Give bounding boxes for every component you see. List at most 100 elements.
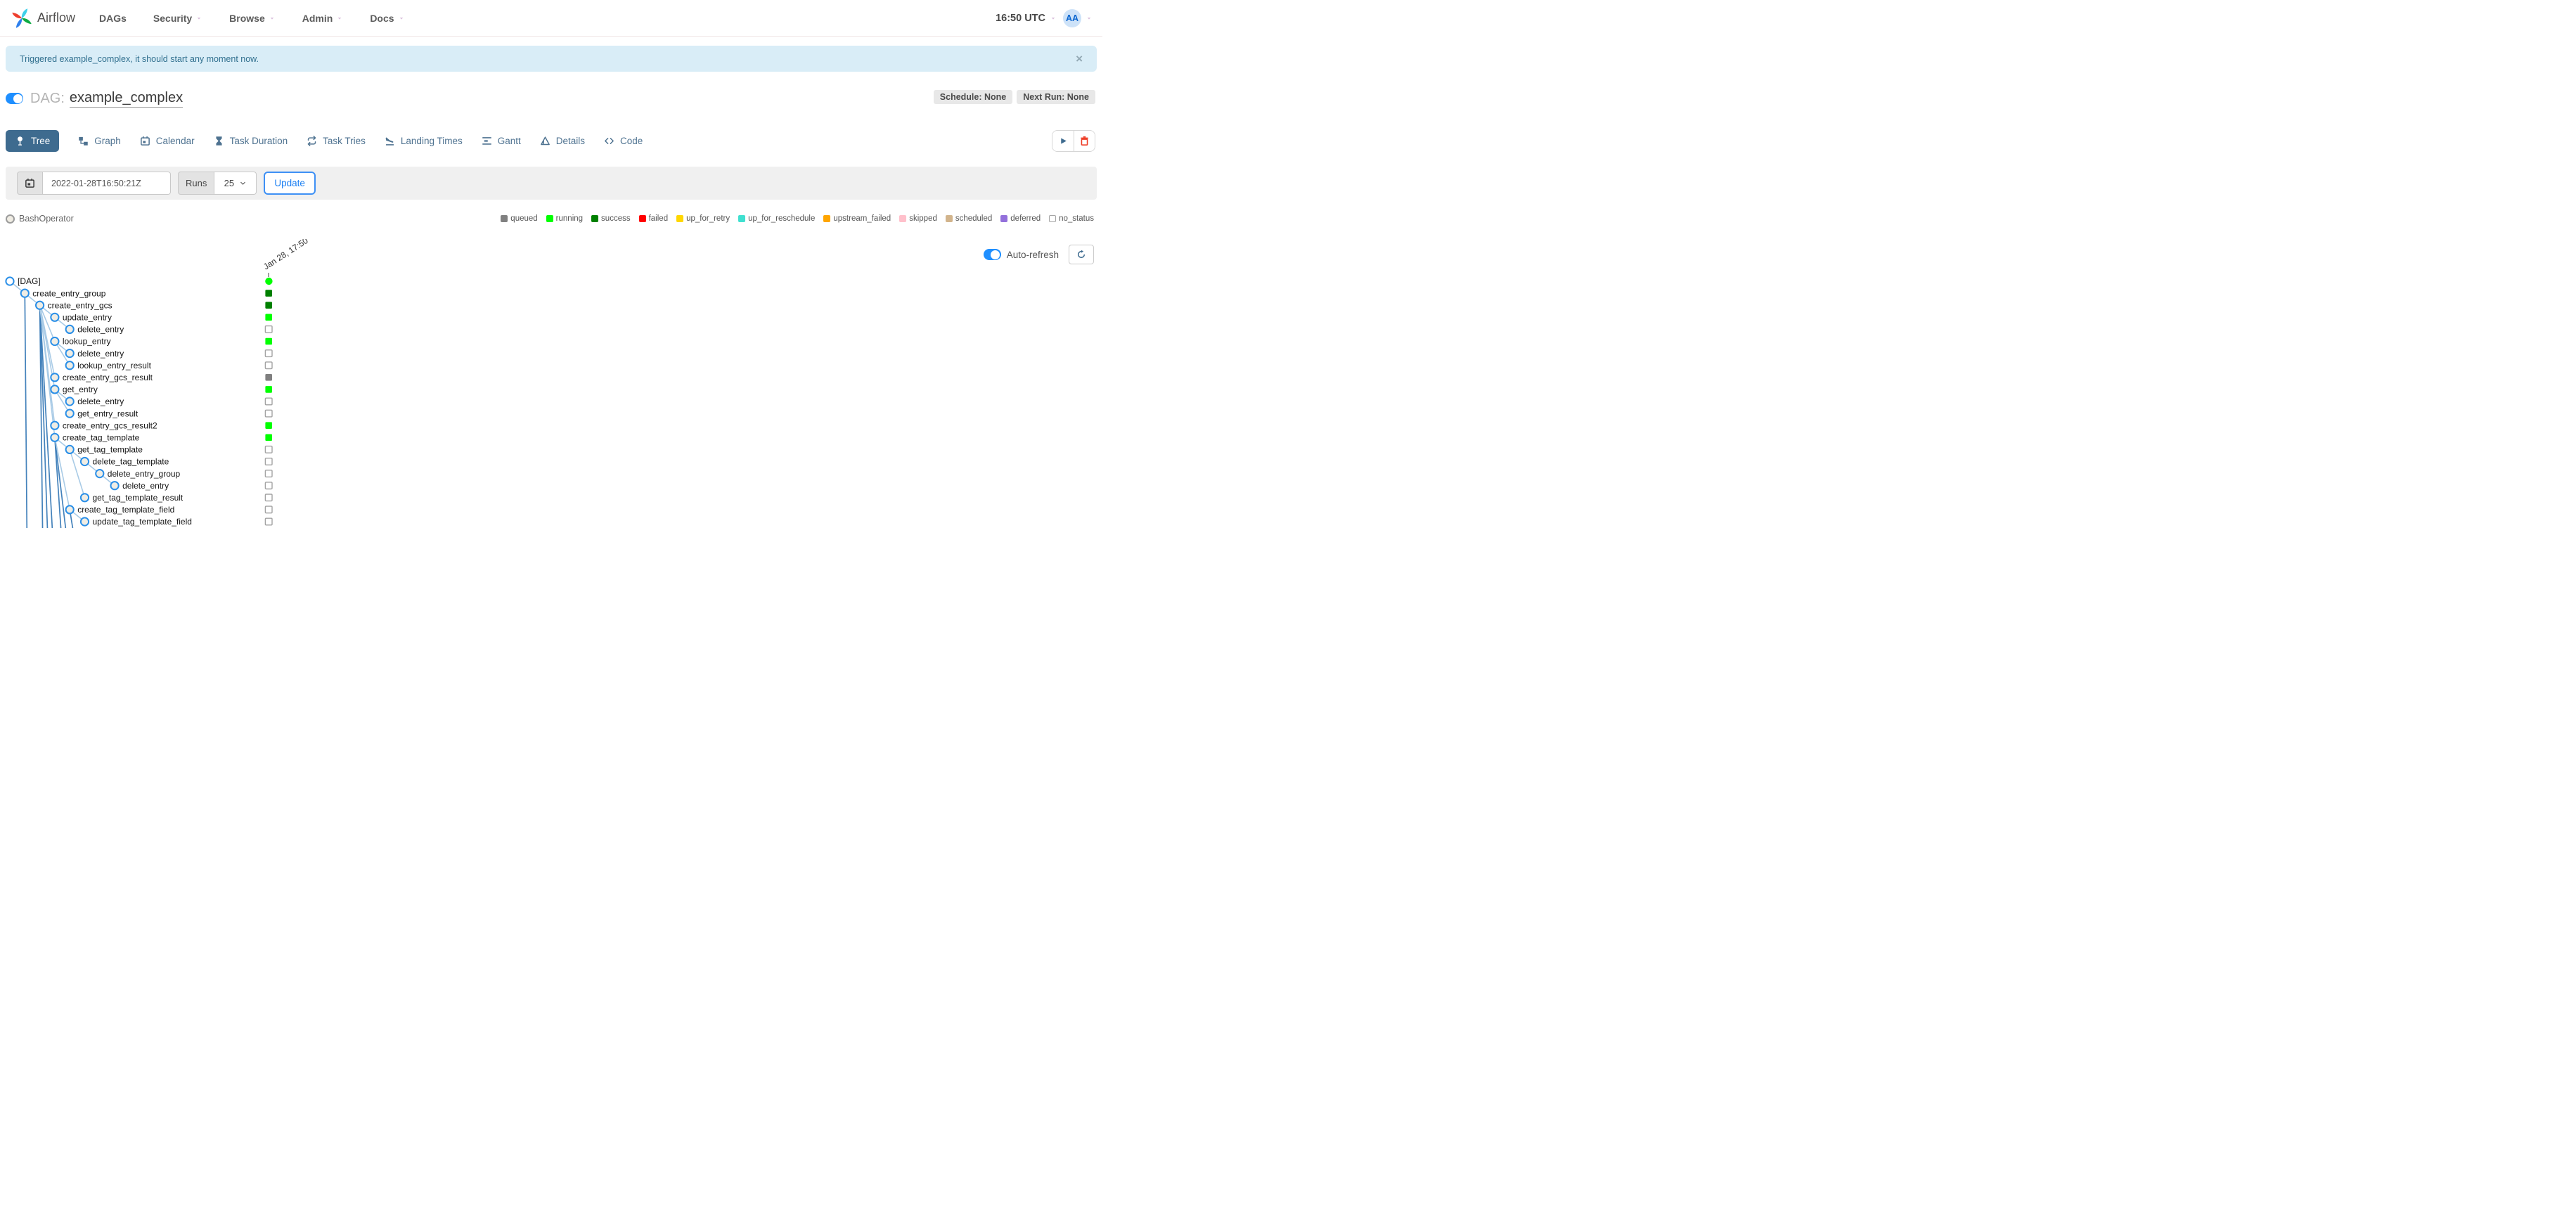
task-status-no_status[interactable] <box>264 458 273 466</box>
tree-node-get-tag-template-result[interactable] <box>79 493 90 503</box>
base-date-input[interactable] <box>43 172 171 195</box>
tree-node-label[interactable]: create_entry_gcs_result2 <box>63 420 157 430</box>
num-runs-select[interactable]: 25 <box>214 172 257 195</box>
tree-node-label[interactable]: delete_entry <box>77 349 124 359</box>
tree-node-lookup-entry[interactable] <box>50 336 60 347</box>
task-status-no_status[interactable] <box>264 482 273 490</box>
tab-code[interactable]: Code <box>604 136 643 146</box>
tree-node-delete-entry[interactable] <box>65 397 75 406</box>
tree-node-label[interactable]: lookup_entry_result <box>77 361 151 370</box>
tree-node-delete-entry-group[interactable] <box>95 469 105 479</box>
tab-graph[interactable]: Graph <box>78 136 121 146</box>
status-label: no_status <box>1059 214 1094 223</box>
nav-item-dags[interactable]: DAGs <box>99 13 127 24</box>
tree-node-update-entry[interactable] <box>50 312 60 322</box>
tree-node-create-entry-group[interactable] <box>20 288 30 298</box>
task-status-no_status[interactable] <box>264 409 273 418</box>
task-status-queued[interactable] <box>265 374 272 381</box>
nav-item-browse[interactable]: Browse <box>229 13 276 24</box>
tree-node-label[interactable]: delete_entry <box>122 481 169 491</box>
tree-node-label[interactable]: create_tag_template_field <box>77 505 174 515</box>
task-status-running[interactable] <box>265 422 272 429</box>
tree-node-label[interactable]: update_entry <box>63 313 112 323</box>
tree-node-label[interactable]: get_entry_result <box>77 408 139 418</box>
task-status-no_status[interactable] <box>264 494 273 502</box>
auto-refresh-toggle[interactable] <box>983 249 1001 260</box>
close-icon[interactable]: × <box>1076 53 1083 65</box>
view-tabs: Tree Graph Calendar Task Duration Task Tries… <box>6 129 643 152</box>
tree-node-get-tag-template[interactable] <box>65 444 75 454</box>
tree-node-lookup-entry-result[interactable] <box>65 361 75 370</box>
caret-down-icon <box>1086 15 1093 22</box>
tab-calendar[interactable]: Calendar <box>140 136 195 146</box>
airflow-logo-icon[interactable] <box>10 6 34 30</box>
clock-dropdown[interactable]: 16:50 UTC <box>996 13 1057 24</box>
tree-node-label[interactable]: delete_tag_template <box>93 457 169 467</box>
tree-node-delete-tag-template[interactable] <box>79 456 90 467</box>
task-status-running[interactable] <box>265 337 272 345</box>
tree-node-create-tag-template[interactable] <box>50 432 60 442</box>
tree-node-create-entry-gcs-result[interactable] <box>50 373 60 382</box>
tree-node-update-tag-template-field[interactable] <box>79 517 90 527</box>
tree-node-create-entry-gcs-result2[interactable] <box>50 420 60 430</box>
tab-tree[interactable]: Tree <box>6 129 60 152</box>
tab-task-tries[interactable]: Task Tries <box>307 136 366 146</box>
run-status-running[interactable] <box>265 277 273 285</box>
tree-node-label[interactable]: get_tag_template_result <box>93 493 183 503</box>
task-status-no_status[interactable] <box>264 349 273 358</box>
tab-details[interactable]: Details <box>540 136 585 146</box>
task-status-no_status[interactable] <box>264 397 273 406</box>
refresh-button[interactable] <box>1069 245 1094 264</box>
chevron-down-icon <box>239 179 247 187</box>
tree-node-get-entry-result[interactable] <box>65 408 75 418</box>
avatar: AA <box>1063 8 1081 27</box>
task-status-success[interactable] <box>265 290 272 297</box>
task-status-no_status[interactable] <box>264 325 273 333</box>
tab-task-duration[interactable]: Task Duration <box>214 136 288 146</box>
tree-node-delete-entry[interactable] <box>65 324 75 334</box>
update-button[interactable]: Update <box>264 172 316 195</box>
task-status-no_status[interactable] <box>264 517 273 526</box>
task-status-running[interactable] <box>265 434 272 442</box>
tree-node-label[interactable]: update_tag_template_field <box>93 517 192 527</box>
tree-node-delete-entry[interactable] <box>65 349 75 359</box>
tree-node-label[interactable]: create_entry_gcs_result <box>63 373 153 382</box>
tree-node-label[interactable]: delete_entry_group <box>108 469 181 479</box>
tree-node-dag[interactable] <box>5 276 15 286</box>
tree-node-label[interactable]: delete_entry <box>77 397 124 406</box>
tree-node-label[interactable]: get_entry <box>63 385 98 394</box>
tab-label: Graph <box>94 135 121 146</box>
tree-node-label[interactable]: create_entry_gcs <box>48 300 112 310</box>
task-status-no_status[interactable] <box>264 361 273 370</box>
tree-node-label[interactable]: [DAG] <box>18 276 41 286</box>
calendar-addon[interactable] <box>17 172 43 195</box>
tree-node-label[interactable]: get_tag_template <box>77 445 143 455</box>
task-status-success[interactable] <box>265 302 272 309</box>
task-status-no_status[interactable] <box>264 470 273 478</box>
dag-pause-toggle[interactable] <box>6 93 23 105</box>
legend-status-queued: queued <box>501 214 538 223</box>
tree-node-label[interactable]: lookup_entry <box>63 337 111 347</box>
caret-down-icon <box>269 15 276 22</box>
schedule-badges: Schedule: None Next Run: None <box>933 90 1095 104</box>
task-status-no_status[interactable] <box>264 505 273 514</box>
nav-item-security[interactable]: Security <box>153 13 202 24</box>
user-menu[interactable]: AA <box>1063 8 1093 27</box>
nav-item-docs[interactable]: Docs <box>370 13 404 24</box>
task-status-running[interactable] <box>265 386 272 393</box>
tab-landing-times[interactable]: Landing Times <box>385 136 463 146</box>
delete-dag-button[interactable] <box>1074 130 1095 151</box>
trigger-dag-button[interactable] <box>1052 130 1074 151</box>
task-status-running[interactable] <box>265 314 272 321</box>
tab-gantt[interactable]: Gantt <box>482 136 521 146</box>
tree-node-label[interactable]: create_tag_template <box>63 433 140 443</box>
tree-node-create-entry-gcs[interactable] <box>35 300 45 310</box>
task-status-no_status[interactable] <box>264 445 273 453</box>
tree-node-delete-entry[interactable] <box>110 481 120 491</box>
tree-node-get-entry[interactable] <box>50 385 60 394</box>
nav-item-admin[interactable]: Admin <box>302 13 344 24</box>
tree-node-label[interactable]: create_entry_group <box>32 288 105 298</box>
tree-node-create-tag-template-field[interactable] <box>65 505 75 515</box>
brand-title[interactable]: Airflow <box>37 11 75 25</box>
tree-node-label[interactable]: delete_entry <box>77 325 124 335</box>
